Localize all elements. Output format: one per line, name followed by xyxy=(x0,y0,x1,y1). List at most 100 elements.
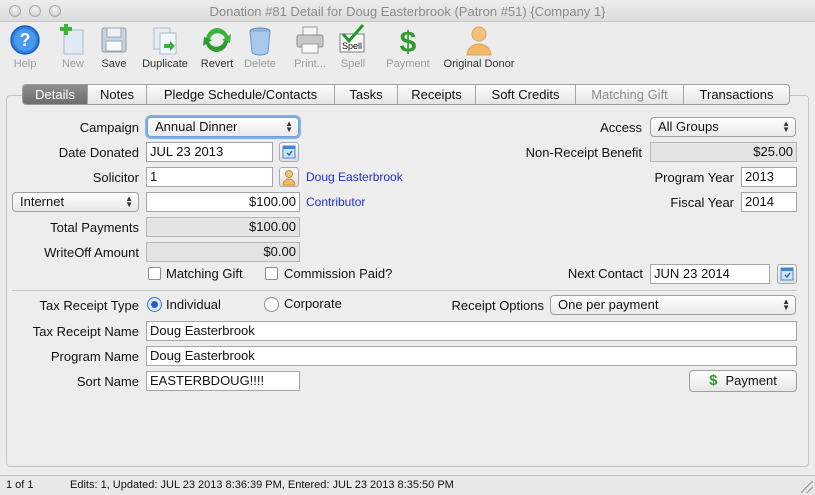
status-bar: 1 of 1 Edits: 1, Updated: JUL 23 2013 8:… xyxy=(0,475,815,495)
toolbar: ? Help New Save Duplicate Revert Delete … xyxy=(0,22,815,76)
window-title: Donation #81 Detail for Doug Easterbrook… xyxy=(209,4,606,19)
help-button[interactable]: ? Help xyxy=(8,24,42,70)
revert-arrows-icon xyxy=(203,28,231,52)
access-label: Access xyxy=(600,120,642,135)
corporate-radio[interactable] xyxy=(264,297,279,312)
access-value: All Groups xyxy=(658,119,719,134)
date-donated-calendar-button[interactable] xyxy=(279,142,299,162)
person-lookup-icon xyxy=(282,170,296,186)
tax-receipt-name-label: Tax Receipt Name xyxy=(32,324,139,339)
resize-grip-icon[interactable] xyxy=(801,481,813,493)
printer-icon xyxy=(296,26,324,54)
campaign-label: Campaign xyxy=(79,120,139,135)
campaign-select[interactable]: Annual Dinner ▲ ▼ xyxy=(147,117,299,137)
commission-paid-checkbox[interactable] xyxy=(265,267,278,280)
solicitor-field[interactable]: 1 xyxy=(146,167,273,187)
program-year-field[interactable]: 2013 xyxy=(741,167,797,187)
section-divider xyxy=(12,290,797,291)
updown-arrows-icon: ▲ ▼ xyxy=(782,119,790,134)
dollar-icon: $ xyxy=(400,26,417,56)
matching-gift-checkbox[interactable] xyxy=(148,267,161,280)
tab-transactions[interactable]: Transactions xyxy=(684,85,789,104)
svg-text:$: $ xyxy=(400,26,417,56)
individual-radio[interactable] xyxy=(147,297,162,312)
spell-button[interactable]: Spell Spell xyxy=(336,24,370,70)
next-contact-label: Next Contact xyxy=(567,266,643,281)
amount-field[interactable]: $100.00 xyxy=(146,192,300,212)
fiscal-year-label: Fiscal Year xyxy=(670,195,734,210)
updown-arrows-icon: ▲ ▼ xyxy=(782,297,790,312)
tab-tasks[interactable]: Tasks xyxy=(335,85,398,104)
duplicate-button[interactable]: Duplicate xyxy=(138,24,192,70)
corporate-label: Corporate xyxy=(284,296,342,311)
original-donor-button[interactable]: Original Donor xyxy=(437,24,521,70)
tab-matching-gift[interactable]: Matching Gift xyxy=(576,85,684,104)
program-name-field[interactable]: Doug Easterbrook xyxy=(146,346,797,366)
solicitor-label: Solicitor xyxy=(92,170,139,185)
duplicate-label: Duplicate xyxy=(142,58,188,70)
payment-toolbar-label: Payment xyxy=(386,58,430,70)
program-name-label: Program Name xyxy=(50,349,139,364)
tab-soft-credits[interactable]: Soft Credits xyxy=(476,85,576,104)
date-donated-field[interactable]: JUL 23 2013 xyxy=(146,142,273,162)
receipt-options-label: Receipt Options xyxy=(451,298,545,313)
duplicate-icon xyxy=(153,27,177,55)
help-icon: ? xyxy=(10,25,40,55)
matching-gift-label: Matching Gift xyxy=(166,266,243,281)
writeoff-field: $0.00 xyxy=(146,242,300,262)
writeoff-label: WriteOff Amount xyxy=(44,245,139,260)
tax-receipt-name-field[interactable]: Doug Easterbrook xyxy=(146,321,797,341)
individual-label: Individual xyxy=(166,297,221,312)
updown-arrows-icon: ▲ ▼ xyxy=(285,119,293,134)
payment-toolbar-button[interactable]: $ Payment xyxy=(383,24,433,70)
next-contact-calendar-button[interactable] xyxy=(777,264,797,284)
print-button[interactable]: Print... xyxy=(289,24,331,70)
non-receipt-benefit-label: Non-Receipt Benefit xyxy=(525,145,642,160)
tab-bar: Details Notes Pledge Schedule/Contacts T… xyxy=(22,84,790,105)
spell-label: Spell xyxy=(340,58,366,70)
non-receipt-benefit-field: $25.00 xyxy=(650,142,797,162)
tab-notes[interactable]: Notes xyxy=(88,85,147,104)
sort-name-field[interactable]: EASTERBDOUG!!!! xyxy=(146,371,300,391)
fiscal-year-field[interactable]: 2014 xyxy=(741,192,797,212)
title-bar: Donation #81 Detail for Doug Easterbrook… xyxy=(0,0,815,22)
tab-details[interactable]: Details xyxy=(23,85,88,104)
solicitor-lookup-button[interactable] xyxy=(279,167,299,187)
receipt-options-value: One per payment xyxy=(558,297,659,312)
person-icon xyxy=(466,26,492,56)
calendar-icon xyxy=(780,267,794,281)
updown-arrows-icon: ▲ ▼ xyxy=(125,194,133,209)
revert-label: Revert xyxy=(200,58,234,70)
edit-info: Edits: 1, Updated: JUL 23 2013 8:36:39 P… xyxy=(70,479,454,491)
program-year-label: Program Year xyxy=(654,170,735,185)
spellcheck-icon: Spell xyxy=(339,24,365,53)
tab-receipts[interactable]: Receipts xyxy=(398,85,476,104)
delete-button[interactable]: Delete xyxy=(241,24,279,70)
campaign-value: Annual Dinner xyxy=(155,119,238,134)
original-donor-label: Original Donor xyxy=(443,58,515,70)
save-button[interactable]: Save xyxy=(97,24,131,70)
new-label: New xyxy=(61,58,84,70)
calendar-icon xyxy=(282,145,296,159)
total-payments-label: Total Payments xyxy=(50,220,139,235)
commission-paid-label: Commission Paid? xyxy=(284,266,393,281)
svg-text:?: ? xyxy=(20,30,31,50)
help-label: Help xyxy=(13,58,37,70)
dollar-icon: $ xyxy=(709,372,718,389)
solicitor-name-link[interactable]: Doug Easterbrook xyxy=(306,170,403,184)
receipt-options-select[interactable]: One per payment ▲ ▼ xyxy=(550,295,796,315)
payment-method-value: Internet xyxy=(20,194,65,209)
payment-method-select[interactable]: Internet ▲ ▼ xyxy=(12,192,139,212)
save-label: Save xyxy=(101,58,127,70)
access-select[interactable]: All Groups ▲ ▼ xyxy=(650,117,796,137)
next-contact-field[interactable]: JUN 23 2014 xyxy=(650,264,770,284)
payment-button[interactable]: $ Payment xyxy=(689,370,797,392)
tab-pledge-schedule-contacts[interactable]: Pledge Schedule/Contacts xyxy=(147,85,335,104)
print-label: Print... xyxy=(294,58,326,70)
contributor-link[interactable]: Contributor xyxy=(306,195,365,209)
new-button[interactable]: New xyxy=(56,24,90,70)
svg-text:Spell: Spell xyxy=(342,41,362,51)
revert-button[interactable]: Revert xyxy=(197,24,237,70)
sort-name-label: Sort Name xyxy=(76,374,139,389)
delete-label: Delete xyxy=(244,58,276,70)
